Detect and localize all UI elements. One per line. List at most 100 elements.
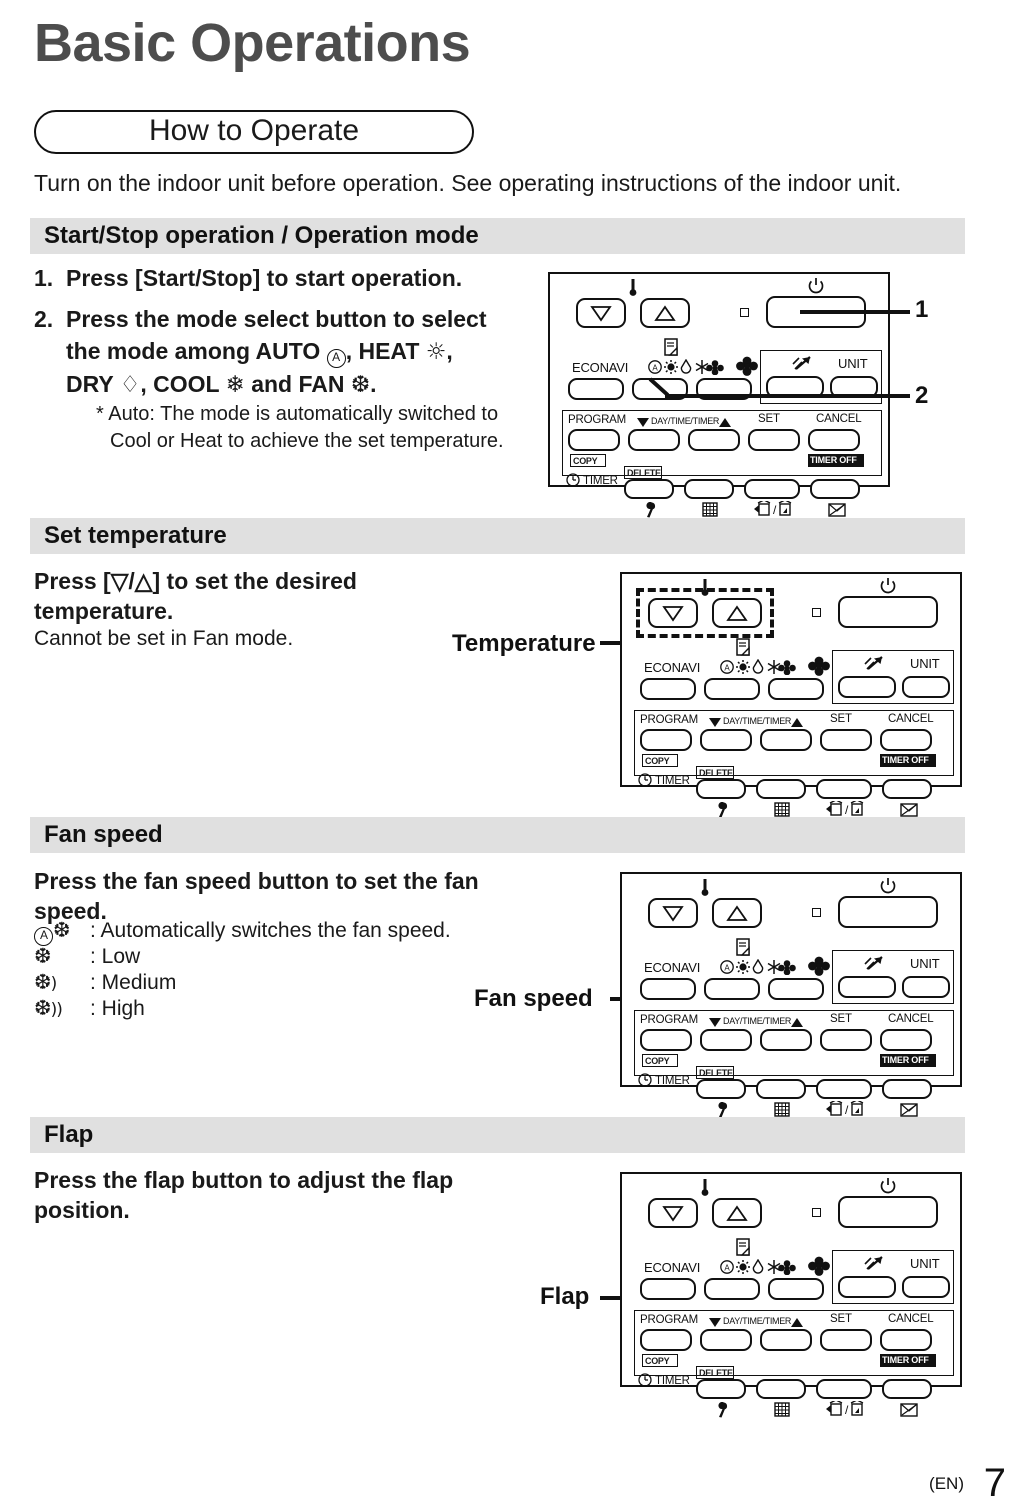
unit-button[interactable] xyxy=(902,1276,950,1298)
day-time-up-button[interactable] xyxy=(760,1029,812,1051)
fan-speed-button[interactable] xyxy=(768,678,824,700)
set-label: SET xyxy=(830,713,852,725)
program-button[interactable] xyxy=(568,429,620,451)
step-1-text: Press [Start/Stop] to start operation. xyxy=(66,265,463,291)
clock-icon xyxy=(566,473,580,487)
section-header-set-temperature: Set temperature xyxy=(30,518,965,554)
filter-button[interactable] xyxy=(756,1379,806,1399)
timer-off-badge: TIMER OFF xyxy=(880,754,936,767)
home-away-icon: / xyxy=(753,499,793,518)
day-time-down-button[interactable] xyxy=(700,729,752,751)
led-indicator-icon xyxy=(812,1208,821,1217)
program-button[interactable] xyxy=(640,1029,692,1051)
mail-icon xyxy=(900,1403,918,1417)
step-2-line-2b: , HEAT xyxy=(345,338,420,364)
mode-select-button[interactable] xyxy=(704,1278,760,1300)
ventilation-button[interactable] xyxy=(816,1079,872,1099)
flap-callout-label: Flap xyxy=(540,1283,590,1310)
set-button[interactable] xyxy=(820,1329,872,1351)
program-button[interactable] xyxy=(640,729,692,751)
led-indicator-icon xyxy=(740,308,749,317)
delete-badge: DELETE xyxy=(696,1066,734,1079)
mail-button[interactable] xyxy=(810,479,860,499)
day-time-up-button[interactable] xyxy=(688,429,740,451)
set-temperature-line-1: Press [▽/△] to set the desired xyxy=(34,568,357,594)
maintenance-button[interactable] xyxy=(624,479,674,499)
unit-button[interactable] xyxy=(902,676,950,698)
mode-select-button[interactable] xyxy=(704,678,760,700)
start-stop-button[interactable] xyxy=(838,1196,938,1228)
mail-button[interactable] xyxy=(882,1079,932,1099)
filter-button[interactable] xyxy=(756,1079,806,1099)
legend-text-high: : High xyxy=(90,997,145,1020)
remote-diagram-set-temperature: ECONAVI A UNIT PROGRAM DAY/TIME/TIMER SET CANC… xyxy=(620,572,962,818)
fan-speed-button[interactable] xyxy=(768,1278,824,1300)
fan-speed-button[interactable] xyxy=(768,978,824,1000)
mode-select-doc-icon xyxy=(734,937,754,957)
set-button[interactable] xyxy=(748,429,800,451)
step-2-text: Press the mode select button to select t… xyxy=(66,303,539,455)
set-button[interactable] xyxy=(820,729,872,751)
grid-icon xyxy=(702,502,718,517)
cancel-button[interactable] xyxy=(880,1029,932,1051)
day-time-up-button[interactable] xyxy=(760,729,812,751)
ventilation-button[interactable] xyxy=(816,779,872,799)
start-stop-button[interactable] xyxy=(838,896,938,928)
svg-text:A: A xyxy=(724,664,730,673)
clock-icon xyxy=(638,773,652,787)
flap-line-2: position. xyxy=(34,1197,130,1223)
flap-button[interactable] xyxy=(838,976,896,998)
filter-button[interactable] xyxy=(684,479,734,499)
filter-button[interactable] xyxy=(756,779,806,799)
flap-icon xyxy=(862,955,884,973)
dry-mode-icon: ♢ xyxy=(119,372,141,398)
cancel-label: CANCEL xyxy=(888,1313,934,1325)
flap-button[interactable] xyxy=(838,676,896,698)
start-stop-button[interactable] xyxy=(838,596,938,628)
step-1-number: 1. xyxy=(34,265,54,291)
day-time-timer-label: DAY/TIME/TIMER xyxy=(723,1016,792,1026)
step-2-note: * Auto: The mode is automatically switch… xyxy=(96,403,504,452)
unit-label: UNIT xyxy=(910,1256,940,1271)
legend-item-medium: ❆) : Medium xyxy=(34,970,451,996)
day-time-down-button[interactable] xyxy=(700,1029,752,1051)
econavi-button[interactable] xyxy=(568,378,624,400)
econavi-button[interactable] xyxy=(640,1278,696,1300)
home-away-icon: / xyxy=(825,1099,865,1118)
day-time-down-button[interactable] xyxy=(628,429,680,451)
ventilation-button[interactable] xyxy=(744,479,800,499)
mode-select-doc-icon xyxy=(662,337,682,357)
flap-button[interactable] xyxy=(838,1276,896,1298)
maintenance-button[interactable] xyxy=(696,1079,746,1099)
cancel-button[interactable] xyxy=(880,1329,932,1351)
page-title: Basic Operations xyxy=(34,13,471,73)
ventilation-button[interactable] xyxy=(816,1379,872,1399)
set-button[interactable] xyxy=(820,1029,872,1051)
mail-button[interactable] xyxy=(882,779,932,799)
mode-select-button[interactable] xyxy=(704,978,760,1000)
mode-icons-strip: A xyxy=(647,358,725,376)
mail-button[interactable] xyxy=(882,1379,932,1399)
home-away-icon: / xyxy=(825,799,865,818)
cool-mode-icon: ❄ xyxy=(225,372,245,398)
svg-text:A: A xyxy=(652,364,658,373)
day-time-up-button[interactable] xyxy=(760,1329,812,1351)
section-header-start-stop: Start/Stop operation / Operation mode xyxy=(30,218,965,254)
unit-button[interactable] xyxy=(902,976,950,998)
day-time-down-button[interactable] xyxy=(700,1329,752,1351)
cancel-label: CANCEL xyxy=(888,1013,934,1025)
econavi-button[interactable] xyxy=(640,978,696,1000)
maintenance-button[interactable] xyxy=(696,779,746,799)
cancel-button[interactable] xyxy=(808,429,860,451)
set-label: SET xyxy=(830,1013,852,1025)
maintenance-button[interactable] xyxy=(696,1379,746,1399)
how-to-operate-pill: How to Operate xyxy=(34,110,474,154)
timer-label: TIMER xyxy=(583,475,618,487)
program-button[interactable] xyxy=(640,1329,692,1351)
delete-badge: DELETE xyxy=(624,466,662,479)
econavi-button[interactable] xyxy=(640,678,696,700)
cancel-button[interactable] xyxy=(880,729,932,751)
fan-speed-instruction: Press the fan speed button to set the fa… xyxy=(34,866,524,926)
econavi-label: ECONAVI xyxy=(644,960,701,975)
day-time-timer-label: DAY/TIME/TIMER xyxy=(651,416,720,426)
